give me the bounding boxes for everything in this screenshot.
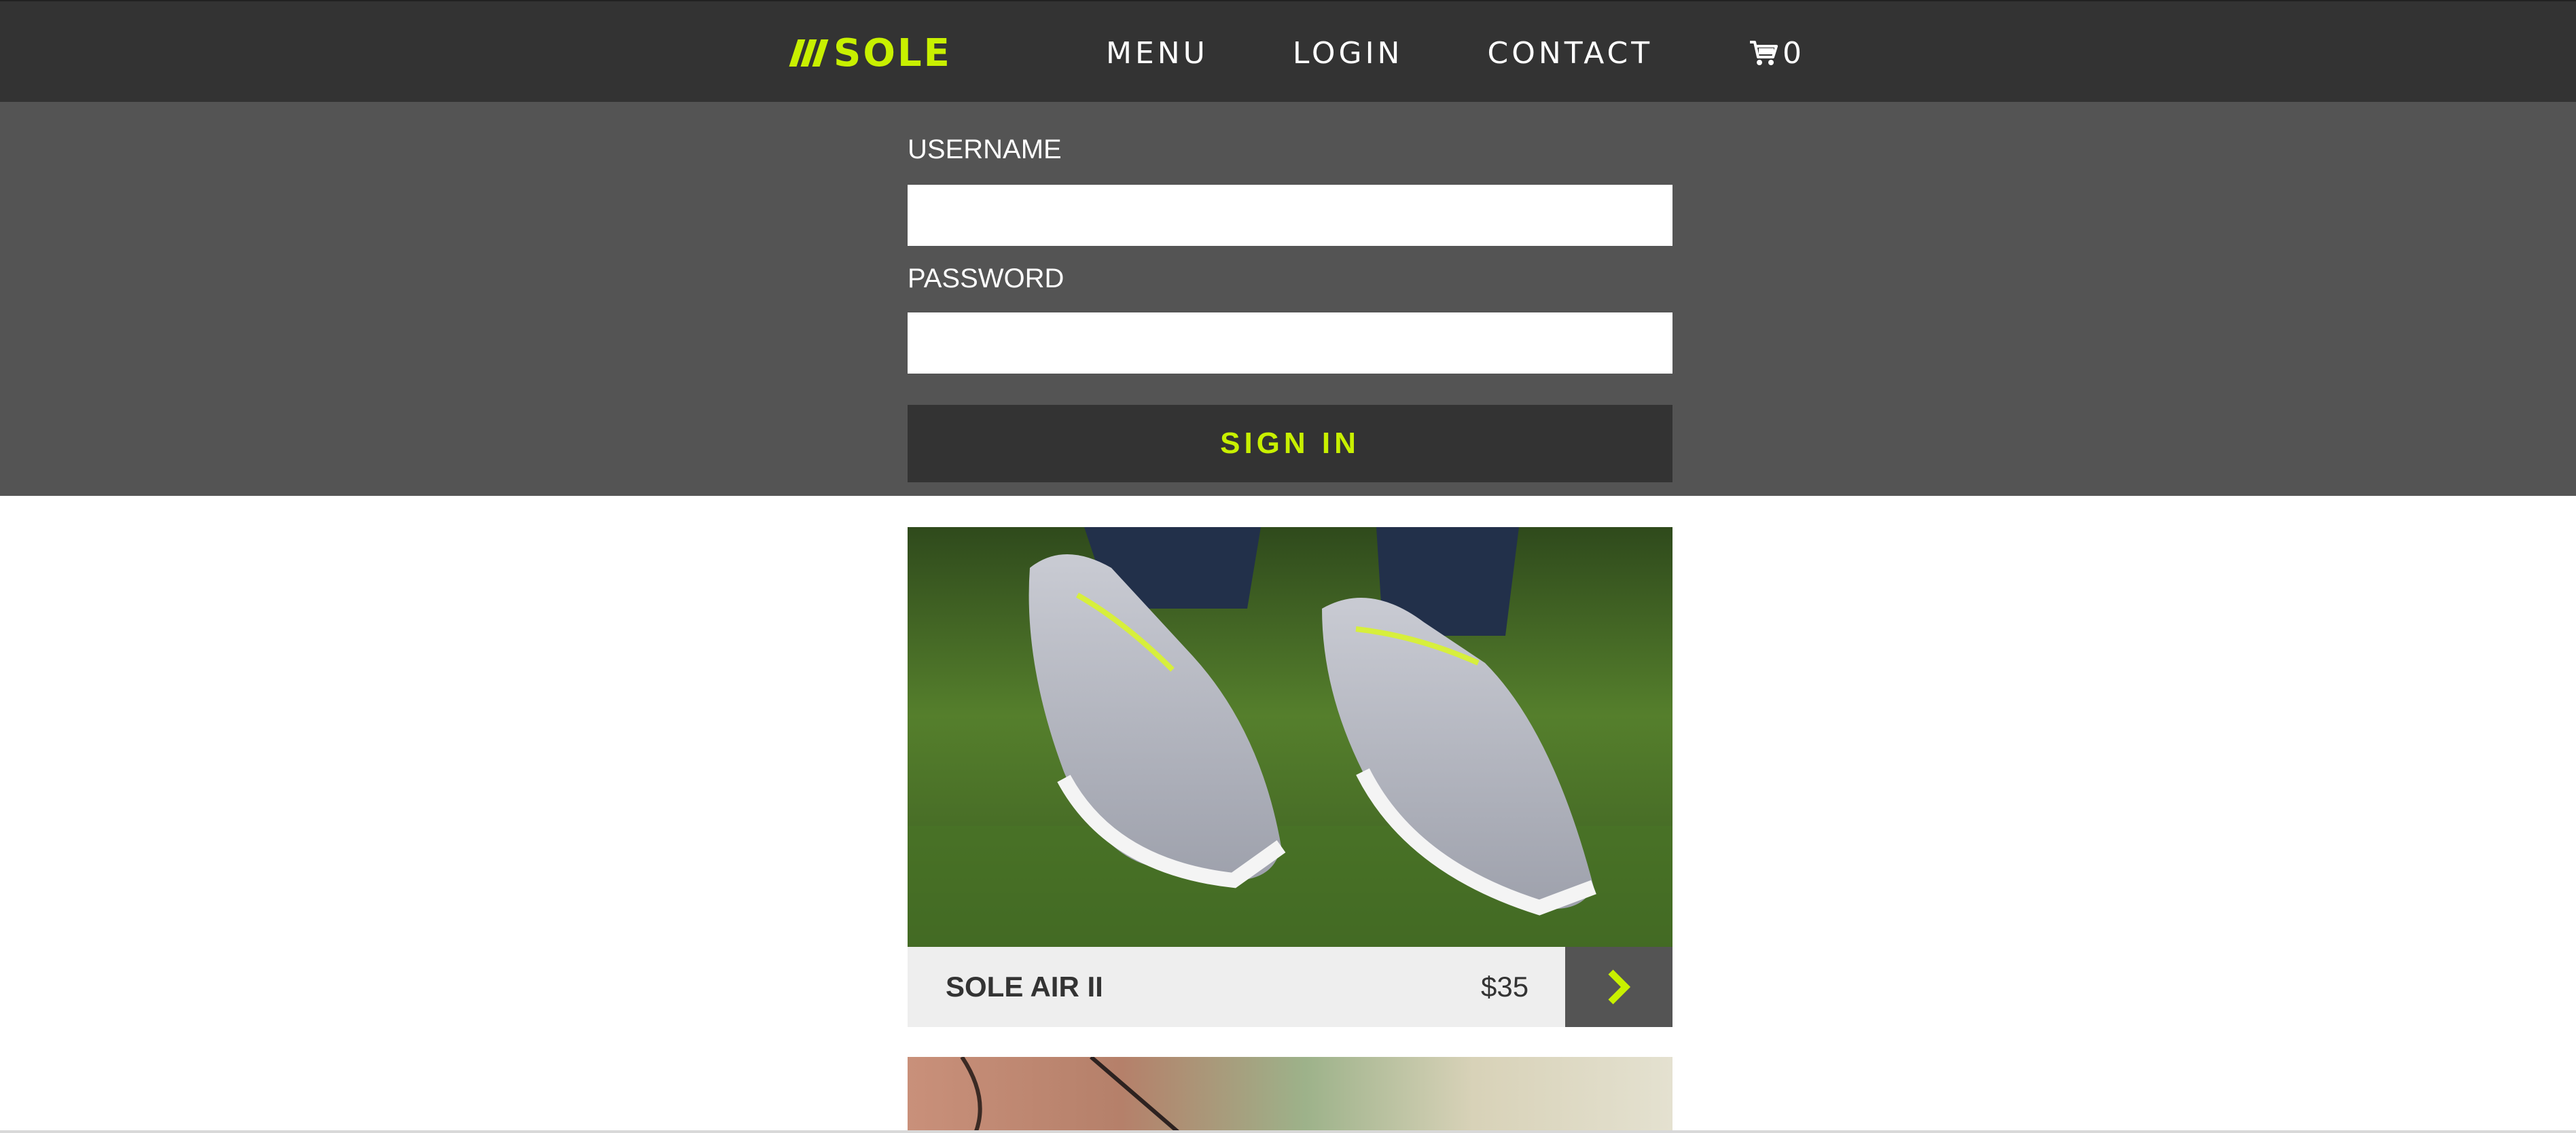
cart-icon <box>1750 41 1778 65</box>
password-label: PASSWORD <box>908 264 1065 293</box>
sign-in-button[interactable]: SIGN IN <box>908 405 1672 482</box>
nav-item-contact[interactable]: CONTACT <box>1487 36 1653 71</box>
username-input[interactable] <box>908 185 1672 246</box>
logo-stripes-icon <box>789 39 829 67</box>
main-nav: MENU LOGIN CONTACT <box>1106 33 1737 73</box>
product-card: SOLE AIR II $35 <box>908 527 1672 1027</box>
product-price: $35 <box>1481 971 1529 1003</box>
brand-name: SOLE <box>834 31 952 75</box>
password-input[interactable] <box>908 312 1672 374</box>
sneakers-photo <box>908 527 1672 947</box>
top-nav-bar: SOLE MENU LOGIN CONTACT 0 <box>0 0 2576 102</box>
username-label: USERNAME <box>908 134 1062 164</box>
product-image-2[interactable] <box>908 1057 1672 1133</box>
login-panel: USERNAME PASSWORD SIGN IN <box>0 102 2576 496</box>
nav-item-login[interactable]: LOGIN <box>1293 36 1403 71</box>
product-image[interactable] <box>908 527 1672 947</box>
cart-count: 0 <box>1783 35 1802 71</box>
cart-button[interactable]: 0 <box>1749 33 1802 73</box>
product-footer: SOLE AIR II $35 <box>908 947 1672 1027</box>
chevron-right-icon <box>1608 969 1631 1005</box>
product-photo-partial <box>960 1057 1181 1133</box>
product-detail-button[interactable] <box>1565 947 1672 1027</box>
page-bottom-divider <box>0 1130 2576 1133</box>
product-name[interactable]: SOLE AIR II <box>946 947 1103 1027</box>
brand-logo[interactable]: SOLE <box>789 31 952 75</box>
nav-item-menu[interactable]: MENU <box>1106 36 1209 71</box>
